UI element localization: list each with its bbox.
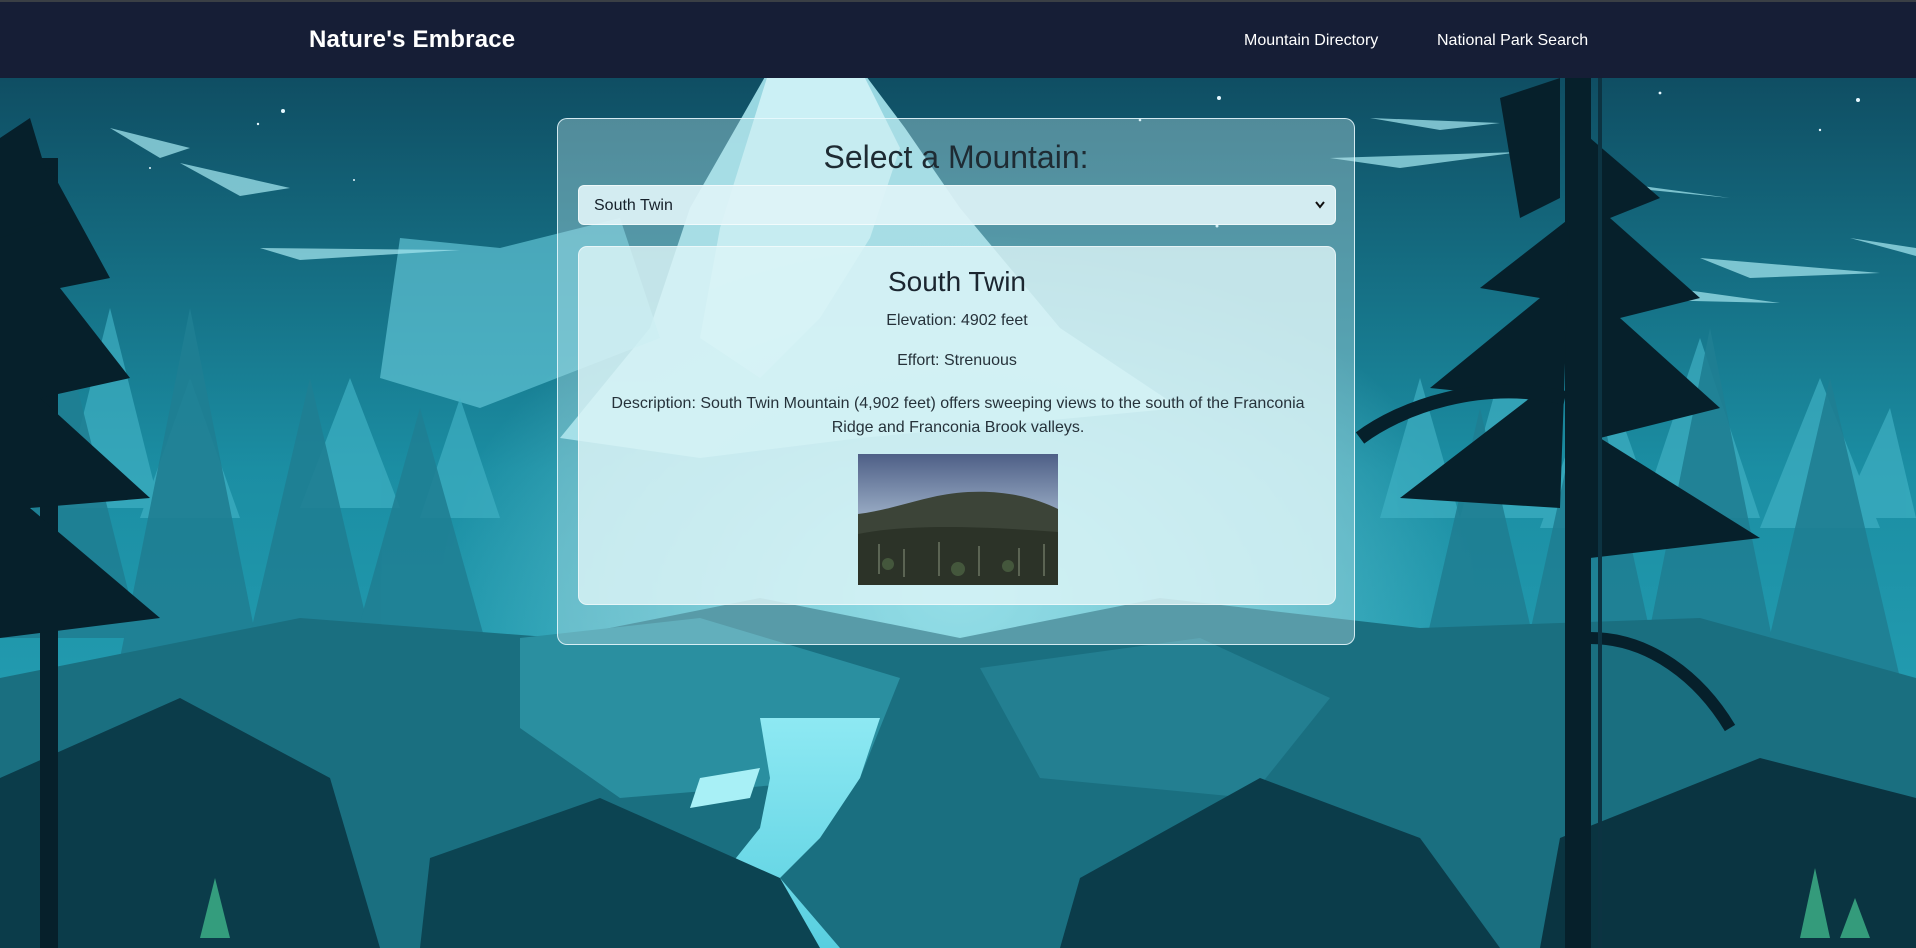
panel-title: Select a Mountain: — [823, 139, 1089, 175]
mountain-description: Description: South Twin Mountain (4,902 … — [599, 392, 1317, 440]
effort-value: Strenuous — [943, 352, 1017, 369]
description-value: South Twin Mountain (4,902 feet) offers … — [700, 395, 1305, 436]
elevation-label: Elevation: — [886, 312, 957, 329]
description-label: Description: — [611, 395, 696, 412]
effort-label: Effort: — [897, 352, 940, 369]
chevron-down-icon — [1315, 201, 1325, 209]
mountain-select-value: South Twin — [594, 197, 673, 214]
mountain-effort: Effort: Strenuous — [579, 352, 1335, 370]
nav-link-national-park-search[interactable]: National Park Search — [1437, 32, 1588, 50]
mountain-selector-panel: Select a Mountain: South Twin South Twin… — [557, 118, 1355, 645]
elevation-value: 4902 feet — [960, 312, 1028, 329]
mountain-detail-card: South Twin Elevation: 4902 feet Effort: … — [578, 246, 1336, 605]
mountain-elevation: Elevation: 4902 feet — [579, 312, 1335, 330]
mountain-photo — [858, 454, 1058, 585]
mountain-select[interactable]: South Twin — [578, 185, 1336, 225]
navbar: Nature's Embrace Mountain Directory Nati… — [0, 2, 1916, 78]
brand-logo[interactable]: Nature's Embrace — [309, 26, 515, 54]
mountain-name: South Twin — [887, 266, 1027, 297]
nav-link-mountain-directory[interactable]: Mountain Directory — [1244, 32, 1378, 50]
window-top-border — [0, 0, 1916, 2]
